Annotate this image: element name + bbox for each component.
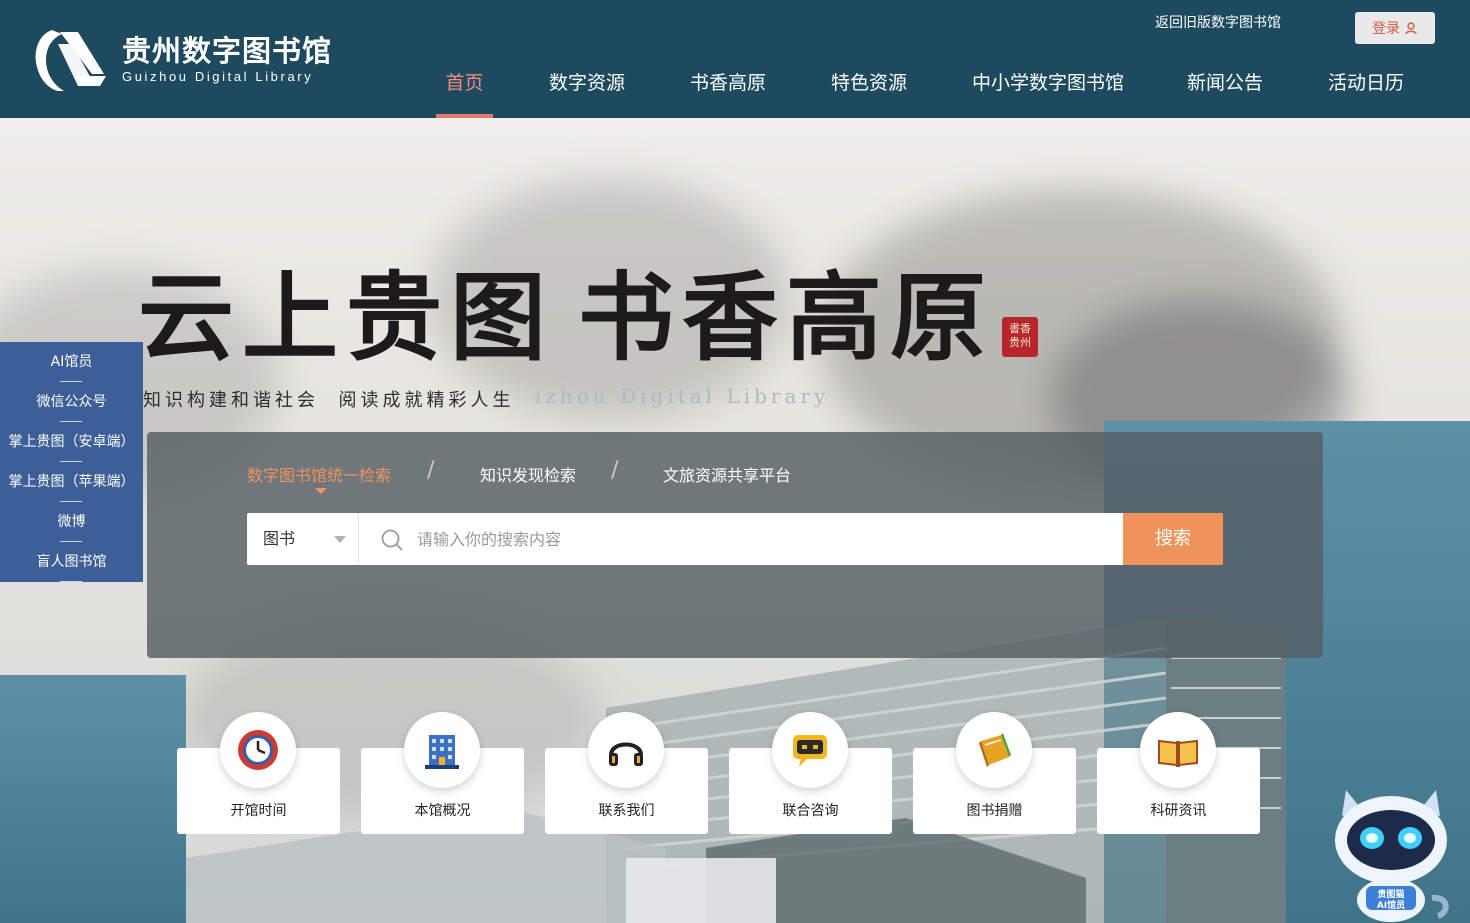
chat-bubble-icon [772, 712, 848, 788]
nav-events-calendar[interactable]: 活动日历 [1328, 58, 1404, 118]
book-icon [956, 712, 1032, 788]
slogan-right: 书香高原 [578, 261, 994, 374]
slogan-left: 云上贵图 [138, 261, 554, 374]
search-bar: 图书 搜索 [247, 513, 1223, 565]
hero-subtitle: 知识构建和谐社会 阅读成就精彩人生 [143, 386, 514, 412]
site-header: 贵州数字图书馆 Guizhou Digital Library 返回旧版数字图书… [0, 0, 1470, 118]
quick-link-label: 开馆时间 [230, 803, 287, 819]
ai-librarian-mascot[interactable]: 贵图猫 AI馆员 [1328, 778, 1454, 923]
seal-text: 書香贵州 [1009, 322, 1031, 349]
side-item-ai-librarian[interactable]: AI馆员 [0, 342, 143, 382]
tab-separator: / [427, 458, 435, 483]
subtitle-right: 阅读成就精彩人生 [338, 390, 515, 411]
nav-home[interactable]: 首页 [436, 58, 493, 118]
tab-separator: / [611, 458, 619, 483]
login-button[interactable]: 登录 [1355, 12, 1435, 44]
nav-scholarly-plateau[interactable]: 书香高原 [690, 58, 766, 118]
quick-link-label: 联系我们 [598, 803, 655, 819]
hero-slogan: 云上贵图 书香高原 [138, 268, 994, 368]
nav-school-library[interactable]: 中小学数字图书馆 [972, 58, 1124, 118]
robot-cat-icon: 贵图猫 AI馆员 [1335, 790, 1449, 922]
subtitle-left: 知识构建和谐社会 [143, 390, 319, 411]
old-version-link[interactable]: 返回旧版数字图书馆 [1155, 12, 1281, 32]
quick-link-label: 联合咨询 [782, 803, 839, 819]
open-book-icon [1140, 712, 1216, 788]
side-item-blind-library[interactable]: 盲人图书馆 [0, 542, 143, 582]
side-item-ios-app[interactable]: 掌上贵图（苹果端） [0, 462, 143, 502]
search-panel: 数字图书馆统一检索 / 知识发现检索 / 文旅资源共享平台 图书 搜索 [147, 432, 1323, 658]
search-type-select[interactable]: 图书 [247, 513, 359, 565]
search-icon [381, 529, 403, 551]
user-icon [1405, 22, 1417, 35]
active-tab-indicator [315, 488, 327, 494]
tab-culture-tourism-platform[interactable]: 文旅资源共享平台 [663, 462, 791, 486]
building-icon [404, 712, 480, 788]
nav-news[interactable]: 新闻公告 [1187, 58, 1263, 118]
quick-link-label: 图书捐赠 [966, 803, 1023, 819]
side-item-weibo[interactable]: 微博 [0, 502, 143, 542]
quick-link-label: 科研资讯 [1150, 803, 1207, 819]
seal-stamp: 書香贵州 [1002, 317, 1038, 357]
robot-label-2: AI馆员 [1377, 899, 1405, 911]
quick-link-label: 本馆概况 [414, 803, 471, 819]
side-quick-panel: AI馆员 微信公众号 掌上贵图（安卓端） 掌上贵图（苹果端） 微博 盲人图书馆 [0, 342, 143, 582]
nav-digital-resources[interactable]: 数字资源 [549, 58, 625, 118]
robot-label-1: 贵图猫 [1377, 888, 1404, 900]
tab-knowledge-discovery[interactable]: 知识发现检索 [480, 462, 576, 486]
search-button[interactable]: 搜索 [1123, 513, 1223, 565]
search-input[interactable] [417, 513, 1117, 565]
clock-icon [220, 712, 296, 788]
search-type-value: 图书 [263, 529, 296, 548]
headphones-icon [588, 712, 664, 788]
tab-unified-search[interactable]: 数字图书馆统一检索 [247, 462, 391, 486]
hero-english-watermark: izhou Digital Library [535, 384, 830, 408]
login-label: 登录 [1372, 21, 1400, 37]
chevron-down-icon [334, 536, 346, 543]
side-item-android-app[interactable]: 掌上贵图（安卓端） [0, 422, 143, 462]
side-item-wechat[interactable]: 微信公众号 [0, 382, 143, 422]
nav-featured-resources[interactable]: 特色资源 [831, 58, 907, 118]
main-nav: 首页 数字资源 书香高原 特色资源 中小学数字图书馆 新闻公告 活动日历 [0, 58, 1470, 118]
